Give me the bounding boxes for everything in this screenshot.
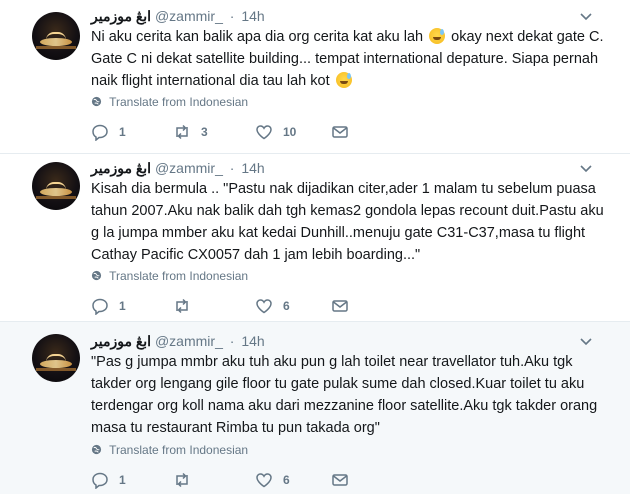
author-name[interactable]: ابڠ موزمير [91,160,151,176]
reply-icon [92,124,108,141]
retweet-button[interactable] [173,296,201,316]
timestamp[interactable]: 14h [241,333,264,349]
translate-link[interactable]: Translate from Indonesian [91,442,248,458]
avatar-base [36,368,76,371]
reply-icon [92,298,108,315]
avatar[interactable] [32,12,80,60]
avatar-base [36,196,76,199]
direct-message-icon [332,300,348,312]
avatar-base [36,46,76,49]
avatar[interactable] [32,334,80,382]
reply-button[interactable]: 1 [91,470,126,490]
tweet-header: ابڠ موزمير @zammir_ · 14h [91,332,265,350]
chevron-down-icon[interactable] [580,10,592,22]
author-handle[interactable]: @zammir_ [155,8,223,24]
translate-link[interactable]: Translate from Indonesian [91,268,248,284]
direct-message-icon [332,474,348,486]
like-button[interactable]: 10 [255,122,296,142]
avatar-glow [40,360,72,368]
heart-icon [256,125,272,140]
like-button[interactable]: 6 [255,296,290,316]
author-handle[interactable]: @zammir_ [155,333,223,349]
translate-label: Translate from Indonesian [109,443,249,457]
reply-icon [92,472,108,489]
avatar-glow [40,38,72,46]
tweet-text: "Pas g jumpa mmbr aku tuh aku pun g lah … [91,354,598,436]
reply-count: 1 [119,473,126,487]
retweet-icon [176,472,188,488]
tweet-header: ابڠ موزمير @zammir_ · 14h [91,159,265,177]
direct-message-icon [332,126,348,138]
chevron-down-icon[interactable] [580,335,592,347]
heart-icon [256,299,272,314]
direct-message-button[interactable] [331,296,359,316]
tweet-actions: 1 6 [91,296,391,316]
tweet-actions: 1 6 [91,470,391,490]
reply-button[interactable]: 1 [91,122,126,142]
tweet[interactable]: ابڠ موزمير @zammir_ · 14h Kisah dia berm… [0,154,630,322]
author-name[interactable]: ابڠ موزمير [91,8,151,24]
author-name[interactable]: ابڠ موزمير [91,333,151,349]
like-count: 6 [283,473,290,487]
direct-message-button[interactable] [331,470,359,490]
like-button[interactable]: 6 [255,470,290,490]
translate-link[interactable]: Translate from Indonesian [91,94,248,110]
tweet[interactable]: ابڠ موزمير @zammir_ · 14h "Pas g jumpa m… [0,322,630,494]
grinning-face-with-sweat-icon [429,28,446,44]
direct-message-button[interactable] [331,122,359,142]
retweet-button[interactable] [173,470,201,490]
tweet-text: Kisah dia bermula .. "Pastu nak dijadika… [91,181,604,263]
heart-icon [256,473,272,488]
tweet-header: ابڠ موزمير @zammir_ · 14h [91,7,265,25]
avatar-glow [40,188,72,196]
globe-icon [91,444,102,455]
timestamp[interactable]: 14h [241,160,264,176]
retweet-icon [176,298,188,314]
grinning-face-with-sweat-icon [335,72,352,88]
retweet-button[interactable]: 3 [173,122,208,142]
retweet-count: 3 [201,125,208,139]
separator: · [229,160,235,176]
timeline: ابڠ موزمير @zammir_ · 14h Ni aku cerita … [0,0,630,494]
author-handle[interactable]: @zammir_ [155,160,223,176]
like-count: 10 [283,125,297,139]
chevron-down-icon[interactable] [580,162,592,174]
separator: · [229,8,235,24]
reply-count: 1 [119,299,126,313]
reply-count: 1 [119,125,126,139]
separator: · [229,333,235,349]
globe-icon [91,96,102,107]
reply-button[interactable]: 1 [91,296,126,316]
translate-label: Translate from Indonesian [109,269,249,283]
tweet[interactable]: ابڠ موزمير @zammir_ · 14h Ni aku cerita … [0,0,630,154]
timestamp[interactable]: 14h [241,8,264,24]
tweet-text: Ni aku cerita kan balik apa dia org ceri… [91,26,611,92]
translate-label: Translate from Indonesian [109,95,249,109]
avatar[interactable] [32,162,80,210]
globe-icon [91,270,102,281]
tweet-actions: 1 3 10 [91,122,391,142]
tweet-text-part: Ni aku cerita kan balik apa dia org ceri… [91,29,424,45]
retweet-icon [176,124,188,140]
like-count: 6 [283,299,290,313]
